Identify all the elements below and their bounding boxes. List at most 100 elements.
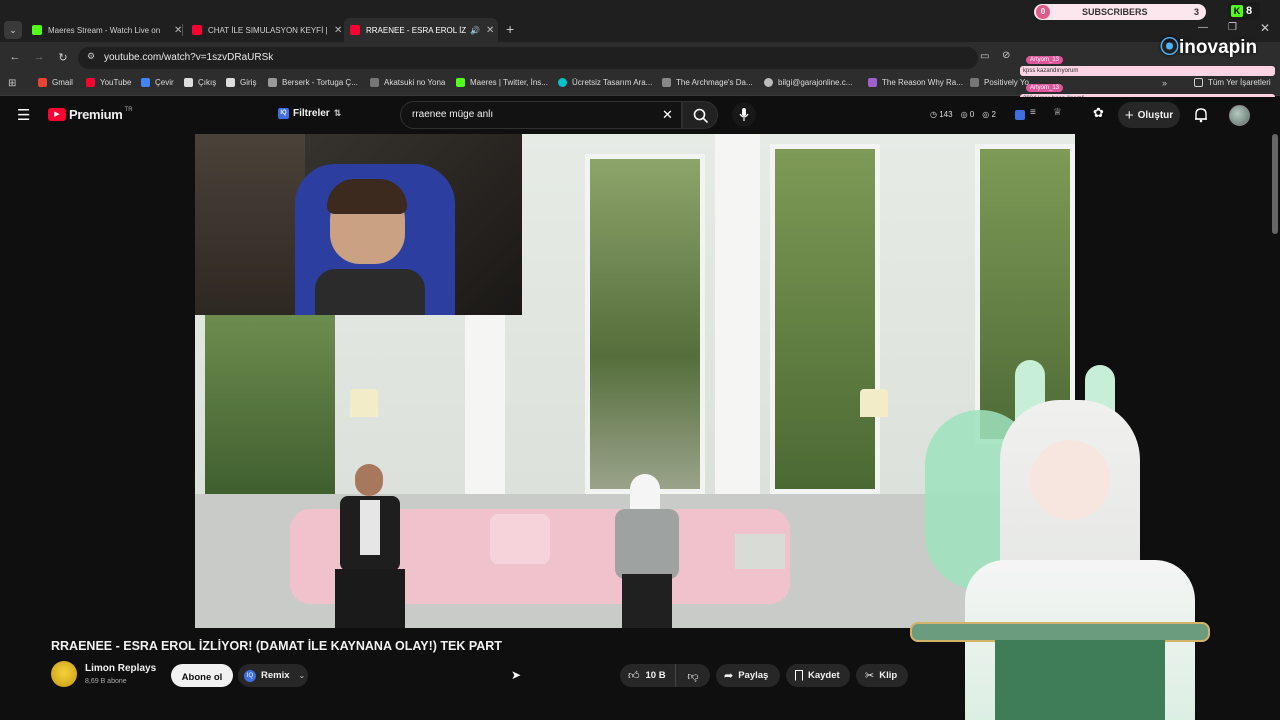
sofa-cushion [490, 514, 550, 564]
bookmark-label: The Archmage's Da... [676, 78, 753, 87]
bookmark-youtube[interactable]: YouTube [86, 78, 131, 87]
mouse-cursor-icon: ➤ [511, 668, 522, 682]
bookmark-cevir[interactable]: Çevir [141, 78, 174, 87]
extension-icon: IQ [278, 108, 289, 119]
remix-label: Remix [261, 670, 290, 681]
logo-text: Premium [69, 107, 123, 122]
kick-count: 8 [1246, 5, 1253, 17]
garden-view-left [205, 314, 335, 514]
create-button[interactable]: + Oluştur [1118, 102, 1180, 128]
close-icon[interactable]: ✕ [486, 25, 494, 36]
bookmark-label: Gmail [52, 78, 73, 87]
close-window-icon[interactable]: ✕ [1260, 21, 1270, 35]
trophy-icon[interactable]: ♕ [1053, 107, 1062, 118]
bookmark-akatsuki[interactable]: Akatsuki no Yona [370, 78, 445, 87]
like-button[interactable]: 👍︎ 10 B [620, 664, 676, 687]
notifications-bell-icon[interactable] [1193, 107, 1209, 123]
bookmark-garajonline[interactable]: bilgi@garajonline.c... [764, 78, 852, 87]
extension-icon: IQ [244, 669, 256, 682]
bookmark-maeres-twitter[interactable]: Maeres | Twitter, İns... [456, 78, 548, 87]
thumbs-down-icon: 👎︎ [687, 671, 699, 683]
list-icon[interactable]: ≡ [1030, 107, 1036, 118]
column-right [715, 134, 760, 494]
tab-chat-simulasyon[interactable]: CHAT İLE SIMULASYON KEYFİ | ✕ [186, 20, 342, 40]
site-info-icon[interactable]: ⚙ [87, 51, 95, 62]
translate-icon [141, 78, 150, 87]
create-label: Oluştur [1137, 109, 1174, 121]
subscribers-right-count: 3 [1194, 7, 1200, 17]
clip-button[interactable]: ✂ Klip [856, 664, 908, 687]
channel-name[interactable]: Limon Replays [85, 663, 156, 674]
tab-rraenee-active[interactable]: RRAENEE - ESRA EROL İZLİY 🔊 ✕ [344, 18, 498, 42]
close-icon[interactable]: ✕ [334, 25, 342, 36]
dislike-button[interactable]: 👎︎ [676, 664, 710, 687]
avatar[interactable] [1229, 105, 1250, 126]
bookmark-cikis[interactable]: Çıkış [184, 78, 216, 87]
bookmark-label: Çıkış [198, 78, 217, 87]
bookmark-gmail[interactable]: Gmail [38, 78, 73, 87]
clock-icon: ◷ [930, 110, 937, 119]
apps-grid-icon[interactable]: ⊞ [8, 78, 16, 89]
kick-counter: K 8 [1228, 2, 1260, 20]
save-button[interactable]: Kaydet [786, 664, 850, 687]
bookmark-giris[interactable]: Giriş [226, 78, 256, 87]
youtube-premium-logo[interactable]: ▶ Premium TR [48, 107, 133, 122]
youtube-favicon-icon [192, 25, 202, 35]
subscribe-button[interactable]: Abone ol [171, 664, 233, 687]
chat-username: Artyom_13 [1026, 84, 1064, 92]
search-input[interactable]: rraenee müge anlı ✕ [400, 101, 682, 129]
video-title: RRAENEE - ESRA EROL İZLİYOR! (DAMAT İLE … [51, 639, 502, 653]
forward-icon[interactable]: → [32, 51, 46, 63]
subscribers-goal-bar: 0 SUBSCRIBERS 3 [1034, 4, 1206, 20]
page-icon [970, 78, 979, 87]
thumbs-up-icon: 👍︎ [628, 670, 640, 682]
puzzle-icon[interactable]: ✿ [1093, 105, 1104, 121]
share-button[interactable]: ➦ Paylaş [716, 664, 780, 687]
address-bar[interactable]: ⚙ youtube.com/watch?v=1szvDRaURSk [78, 47, 978, 69]
speaker-icon[interactable]: 🔊 [470, 26, 480, 35]
page-icon [868, 78, 877, 87]
globe-icon [764, 78, 773, 87]
vtuber-avatar [905, 360, 1225, 720]
page-scrollbar[interactable] [1271, 134, 1279, 704]
page-icon [184, 78, 193, 87]
voice-search-button[interactable] [732, 103, 756, 127]
guest-woman [610, 474, 685, 628]
remix-button[interactable]: IQ Remix ⌄ [238, 664, 308, 687]
scrollbar-thumb[interactable] [1272, 134, 1278, 234]
extension-iq-icon[interactable] [1015, 110, 1025, 120]
like-count: 10 B [645, 670, 666, 681]
tab-search-button[interactable]: ⌄ [4, 21, 22, 39]
search-button[interactable] [682, 101, 718, 129]
circle-icon: ◎ [960, 110, 968, 119]
bookmark-tasarim[interactable]: Ücretsiz Tasarım Ara... [558, 78, 652, 87]
filters-button[interactable]: IQ Filtreler ⇅ [278, 108, 341, 119]
lamp-left [350, 389, 378, 417]
chat-username: Artyom_13 [1026, 56, 1064, 64]
save-label: Kaydet [808, 670, 840, 681]
comments-count: 2 [991, 110, 996, 119]
tab-label: RRAENEE - ESRA EROL İZLİY [366, 25, 466, 35]
tab-maeres-stream[interactable]: Maeres Stream - Watch Live on ✕ [26, 20, 182, 40]
bookmark-label: Çevir [155, 78, 174, 87]
new-tab-button[interactable]: + [506, 21, 514, 37]
back-icon[interactable]: ← [8, 51, 22, 63]
garden-view-center [585, 154, 705, 494]
kick-logo-icon: K [1231, 5, 1243, 17]
filters-label: Filtreler [293, 108, 330, 119]
bookmark-archmage[interactable]: The Archmage's Da... [662, 78, 753, 87]
bookmark-reason-why[interactable]: The Reason Why Ra... [868, 78, 963, 87]
cast-icon[interactable]: ▭ [980, 51, 989, 62]
plus-icon: + [1124, 106, 1134, 124]
side-table [735, 534, 785, 569]
bookmark-label: Berserk - Tortuga Ç... [282, 78, 358, 87]
channel-avatar[interactable] [51, 661, 77, 687]
eye-off-icon[interactable]: ⊘ [1002, 50, 1010, 61]
reload-icon[interactable]: ↻ [56, 51, 70, 64]
clear-search-icon[interactable]: ✕ [662, 107, 673, 123]
menu-icon[interactable]: ☰ [17, 106, 30, 124]
bookmark-label: The Reason Why Ra... [882, 78, 963, 87]
like-dislike-group: 👍︎ 10 B 👎︎ [620, 664, 710, 687]
bookmark-berserk[interactable]: Berserk - Tortuga Ç... [268, 78, 358, 87]
kick-favicon-icon [32, 25, 42, 35]
